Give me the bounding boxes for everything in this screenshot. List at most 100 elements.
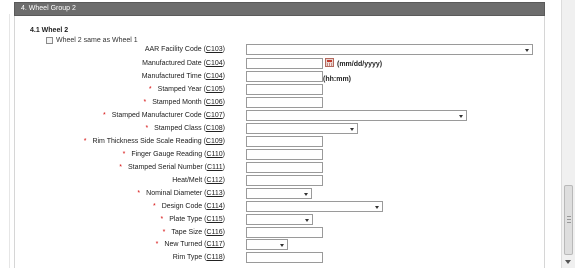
nominal-diameter-select[interactable] [246, 188, 312, 199]
field-row-rim-type: Rim Type (C118) [0, 252, 560, 264]
tape-size-input[interactable] [246, 227, 323, 238]
field-code-link[interactable]: C105 [206, 86, 223, 93]
required-marker: * [162, 229, 166, 236]
field-row-rim-thickness: * Rim Thickness Side Scale Reading (C109) [0, 136, 560, 148]
stamped-class-select[interactable] [246, 123, 358, 134]
chevron-down-icon [305, 219, 309, 222]
field-row-new-turned: * New Turned (C117) [0, 239, 560, 251]
vertical-scrollbar[interactable] [561, 0, 575, 268]
grip-line [567, 216, 571, 217]
field-code-link[interactable]: C110 [206, 151, 222, 158]
required-marker: * [155, 241, 159, 248]
stamped-year-input[interactable] [246, 84, 323, 95]
chevron-down-icon [375, 206, 379, 209]
field-code-link[interactable]: C112 [206, 177, 222, 184]
field-label: * Nominal Diameter (C113) [137, 190, 225, 197]
required-marker: * [160, 216, 164, 223]
field-code-link[interactable]: C104 [206, 73, 223, 80]
required-marker: * [83, 138, 87, 145]
field-code-link[interactable]: C118 [206, 254, 222, 261]
required-marker: * [103, 112, 106, 119]
field-row-stamped-serial-number: * Stamped Serial Number (C111) [0, 162, 560, 174]
field-label: * Stamped Month (C106) [143, 99, 225, 106]
manufactured-time-input[interactable] [246, 71, 323, 82]
field-label: * Stamped Year (C105) [148, 86, 225, 93]
subsection-title: 4.1 Wheel 2 [30, 27, 69, 34]
field-row-plate-type: * Plate Type (C115) [0, 214, 560, 226]
field-code-link[interactable]: C115 [206, 216, 222, 223]
field-row-heat-melt: Heat/Melt (C112) [0, 175, 560, 187]
field-label: Rim Type (C118) [172, 254, 225, 261]
field-label: * Stamped Serial Number (C111) [119, 164, 225, 171]
field-code-link[interactable]: C113 [206, 190, 222, 197]
field-code-link[interactable]: C104 [206, 60, 223, 67]
required-marker: * [122, 151, 126, 158]
field-code-link[interactable]: C106 [206, 99, 223, 106]
section-title: 4. Wheel Group 2 [21, 5, 76, 12]
field-label: * Design Code (C114) [152, 203, 225, 210]
field-label: * Stamped Manufacturer Code (C107) [103, 112, 225, 119]
field-label: Heat/Melt (C112) [172, 177, 225, 184]
chevron-down-icon [459, 115, 463, 118]
field-code-link[interactable]: C109 [206, 138, 223, 145]
required-marker: * [152, 203, 156, 210]
section-header: 4. Wheel Group 2 [14, 2, 545, 16]
same-as-wheel1-checkbox[interactable] [46, 37, 53, 44]
required-marker: * [148, 86, 152, 93]
field-row-manufactured-date: Manufactured Date (C104) (mm/dd/yyyy) [0, 58, 560, 70]
field-label: * Rim Thickness Side Scale Reading (C109) [83, 138, 225, 145]
stamped-manufacturer-code-select[interactable] [246, 110, 467, 121]
field-row-manufactured-time: Manufactured Time (C104) (hh:mm) [0, 71, 560, 83]
field-row-stamped-class: * Stamped Class (C108) [0, 123, 560, 135]
scrollbar-thumb[interactable] [564, 185, 573, 255]
calendar-icon[interactable] [325, 58, 334, 67]
design-code-select[interactable] [246, 201, 383, 212]
field-row-stamped-month: * Stamped Month (C106) [0, 97, 560, 109]
form-page: 4. Wheel Group 2 4.1 Wheel 2 Wheel 2 sam… [0, 0, 575, 268]
rim-type-input[interactable] [246, 252, 323, 263]
field-label: AAR Facility Code (C103) [144, 46, 225, 53]
stamped-serial-number-input[interactable] [246, 162, 323, 173]
chevron-down-icon [525, 49, 529, 52]
field-code-link[interactable]: C108 [206, 125, 223, 132]
field-row-tape-size: * Tape Size (C116) [0, 227, 560, 239]
required-marker: * [137, 190, 141, 197]
field-code-link[interactable]: C107 [206, 112, 223, 119]
heat-melt-input[interactable] [246, 175, 323, 186]
chevron-down-icon [304, 193, 308, 196]
field-label: * New Turned (C117) [155, 241, 225, 248]
manufactured-date-input[interactable] [246, 58, 323, 69]
field-row-design-code: * Design Code (C114) [0, 201, 560, 213]
field-row-aar-facility-code: AAR Facility Code (C103) [0, 44, 560, 56]
grip-line [567, 222, 571, 223]
field-row-finger-gauge-reading: * Finger Gauge Reading (C110) [0, 149, 560, 161]
field-label: Manufactured Date (C104) [142, 60, 225, 67]
field-code-link[interactable]: C103 [206, 46, 223, 53]
field-code-link[interactable]: C111 [207, 164, 223, 171]
aar-facility-code-select[interactable] [246, 44, 533, 55]
rim-thickness-input[interactable] [246, 136, 323, 147]
required-marker: * [145, 125, 149, 132]
field-label: Manufactured Time (C104) [141, 73, 225, 80]
same-as-wheel1-label: Wheel 2 same as Wheel 1 [56, 37, 138, 44]
field-code-link[interactable]: C114 [206, 203, 222, 210]
field-label: * Tape Size (C116) [162, 229, 225, 236]
field-code-link[interactable]: C116 [206, 229, 222, 236]
new-turned-select[interactable] [246, 239, 288, 250]
field-row-nominal-diameter: * Nominal Diameter (C113) [0, 188, 560, 200]
chevron-down-icon [350, 128, 354, 131]
field-row-stamped-manufacturer-code: * Stamped Manufacturer Code (C107) [0, 110, 560, 122]
plate-type-select[interactable] [246, 214, 313, 225]
field-label: * Plate Type (C115) [160, 216, 225, 223]
scroll-down-icon[interactable] [565, 260, 571, 264]
stamped-month-input[interactable] [246, 97, 323, 108]
required-marker: * [119, 164, 122, 171]
chevron-down-icon [280, 244, 284, 247]
grip-line [567, 219, 571, 220]
field-code-link[interactable]: C117 [206, 241, 222, 248]
date-format-hint: (mm/dd/yyyy) [337, 61, 383, 68]
finger-gauge-reading-input[interactable] [246, 149, 323, 160]
field-label: * Stamped Class (C108) [145, 125, 225, 132]
time-format-hint: (hh:mm) [323, 76, 351, 83]
field-row-stamped-year: * Stamped Year (C105) [0, 84, 560, 96]
